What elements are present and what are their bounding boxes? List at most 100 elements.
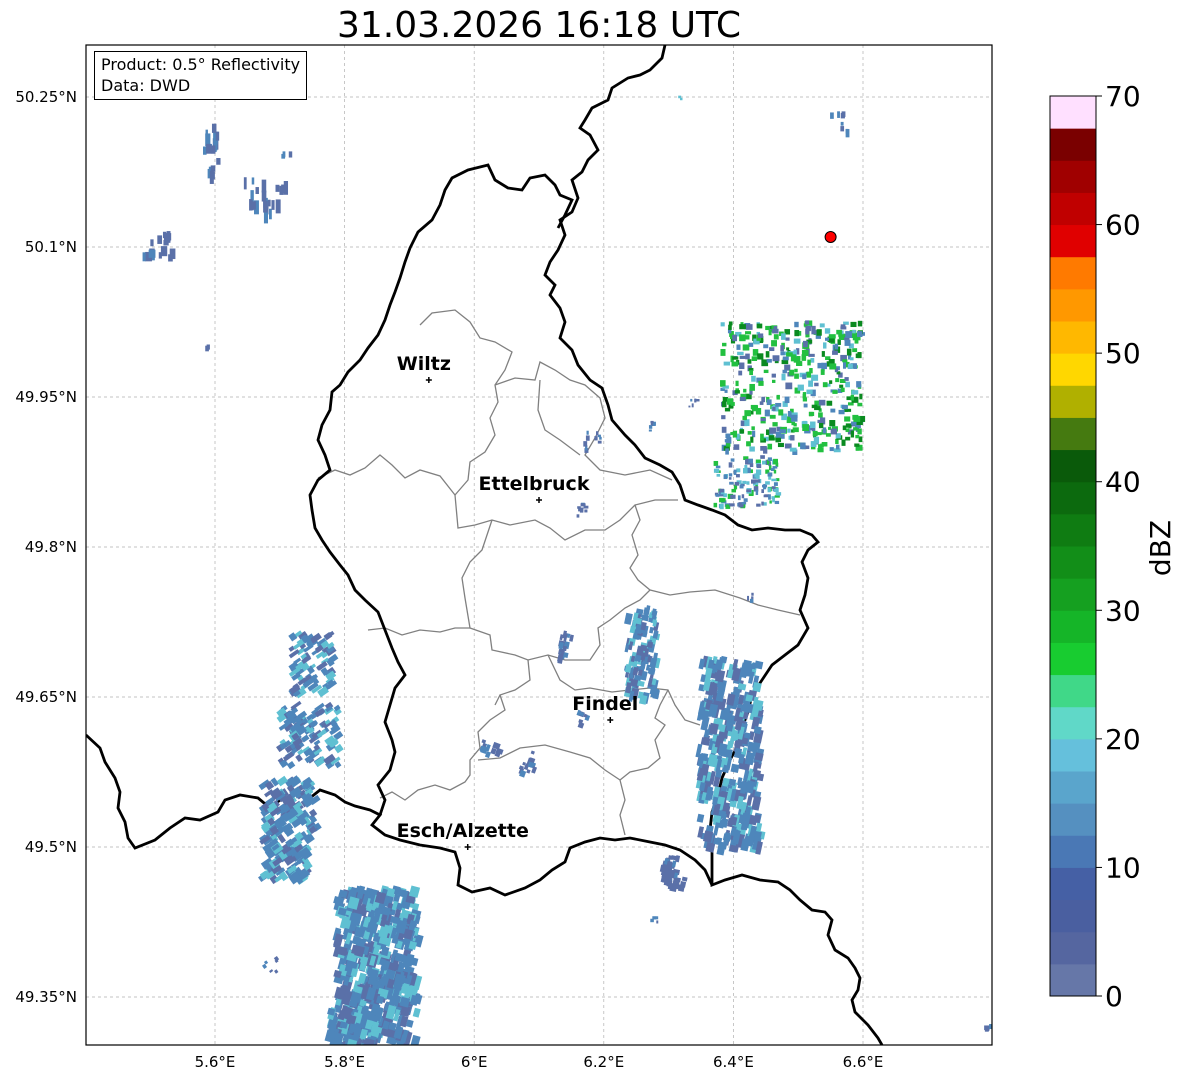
radar-echo-cell — [857, 428, 862, 435]
lat-tick-label: 50.25°N — [15, 88, 77, 106]
radar-echo-cell — [648, 429, 652, 432]
radar-echo-cell — [739, 429, 745, 434]
radar-echo-cell — [596, 431, 599, 436]
radar-echo-cell — [713, 837, 721, 846]
colorbar: 0 10 20 30 40 50 60 70 — [1049, 80, 1141, 1013]
radar-echo-cell — [787, 428, 791, 433]
radar-echo-cell — [851, 390, 859, 395]
radar-echo-cell — [747, 595, 750, 601]
radar-echo-cell — [731, 361, 739, 367]
radar-map: 5.6°E 5.8°E 6°E 6.2°E 6.4°E 6.6°E 50.25°N 50.1°… — [15, 44, 1177, 1071]
radar-echo-cell — [850, 321, 857, 328]
radar-echo-cell — [162, 231, 167, 239]
city-marker — [464, 844, 471, 850]
radar-echo-cell — [747, 359, 752, 364]
radar-echo-cell — [773, 482, 778, 486]
radar-echo-cell — [761, 501, 764, 506]
radar-echo-cell — [762, 484, 768, 488]
colorbar-segment — [1050, 224, 1096, 258]
radar-echo-cell — [722, 342, 727, 347]
radar-echo-cell — [810, 358, 815, 363]
radar-echo-cell — [763, 344, 769, 349]
radar-echo-cell — [274, 969, 279, 974]
radar-echo-cell — [749, 370, 754, 376]
radar-echo-cell — [772, 496, 775, 503]
radar-echo-cell — [728, 324, 732, 330]
radar-echo-cell — [756, 503, 761, 507]
radar-echo-cell — [785, 337, 790, 341]
radar-echo-cell — [739, 396, 746, 402]
radar-echo-cell — [698, 658, 706, 670]
radar-echo-cell — [148, 249, 156, 258]
colorbar-segment — [1050, 513, 1096, 547]
radar-echo-cell — [751, 592, 754, 596]
radar-echo-cell — [842, 362, 846, 369]
colorbar-segment — [1050, 417, 1096, 451]
radar-echo-cell — [215, 131, 220, 141]
radar-echo-cell — [773, 334, 779, 340]
radar-echo-cell — [841, 439, 846, 446]
radar-echo-cell — [811, 404, 818, 409]
city-marker — [536, 497, 542, 503]
radar-echo-cell — [739, 355, 746, 359]
radar-echo-cell — [745, 331, 752, 335]
radar-echo-cell — [269, 969, 274, 973]
radar-echo-cell — [781, 333, 786, 340]
radar-echo-cell — [771, 478, 777, 482]
lat-tick-label: 49.35°N — [15, 988, 77, 1006]
colorbar-segment — [1050, 610, 1096, 643]
radar-echo-cell — [768, 494, 771, 500]
radar-echo-cell — [859, 393, 863, 400]
radar-echo-cell — [855, 434, 860, 439]
radar-echo-cell — [726, 443, 731, 447]
radar-echo-cell — [295, 754, 303, 763]
radar-echo-cell — [724, 439, 729, 443]
radar-echo-cell — [763, 447, 768, 454]
info-box: Product: 0.5° Reflectivity Data: DWD — [94, 51, 308, 100]
radar-echo-cell — [734, 390, 740, 394]
colorbar-segment — [1050, 546, 1096, 579]
radar-echo-cell — [765, 429, 770, 436]
radar-echo-cell — [719, 503, 724, 510]
radar-echo-cell — [760, 455, 765, 459]
radar-echo-cell — [760, 433, 764, 441]
radar-echo-cell — [650, 918, 654, 923]
radar-echo-cell — [793, 423, 797, 427]
radar-echo-cell — [836, 329, 842, 335]
radar-echo-cell — [808, 380, 814, 387]
colorbar-segment — [1050, 803, 1096, 836]
radar-echo-cell — [837, 111, 840, 118]
colorbar-tick-label: 60 — [1105, 209, 1141, 242]
radar-echo-cell — [776, 394, 780, 400]
radar-echo-cell — [772, 355, 780, 362]
radar-echo-cell — [774, 500, 780, 505]
colorbar-segment — [1050, 899, 1096, 933]
radar-echo-cell — [810, 441, 817, 447]
radar-echo-cell — [772, 406, 776, 411]
radar-echo-cell — [789, 369, 795, 376]
radar-echo-cell — [764, 409, 770, 417]
radar-echo-cell — [767, 443, 773, 450]
radar-echo-cell — [818, 399, 826, 406]
radar-echo-cell — [822, 427, 827, 434]
radar-echo-cell — [728, 473, 733, 477]
radar-echo-cell — [805, 325, 811, 332]
colorbar-label: dBZ — [1144, 520, 1177, 576]
radar-echo-cell — [808, 353, 815, 357]
radar-echo-cell — [854, 338, 859, 344]
radar-echo-cell — [169, 248, 176, 260]
colorbar-segment — [1050, 96, 1096, 129]
radar-echo-cell — [729, 481, 734, 485]
radar-echo-cell — [853, 427, 858, 431]
radar-echo-cell — [849, 357, 854, 361]
radar-echo-cell — [844, 339, 851, 346]
radar-echo-cell — [845, 331, 853, 339]
radar-echo-cell — [269, 208, 272, 220]
radar-echo-cell — [857, 320, 863, 327]
radar-echo-cell — [754, 473, 760, 478]
radar-echo-cell — [826, 400, 833, 406]
radar-echo-cell — [696, 813, 705, 823]
radar-echo-cell — [733, 469, 737, 473]
radar-echo-cell — [792, 356, 797, 360]
radar-echo-cell — [830, 112, 834, 119]
